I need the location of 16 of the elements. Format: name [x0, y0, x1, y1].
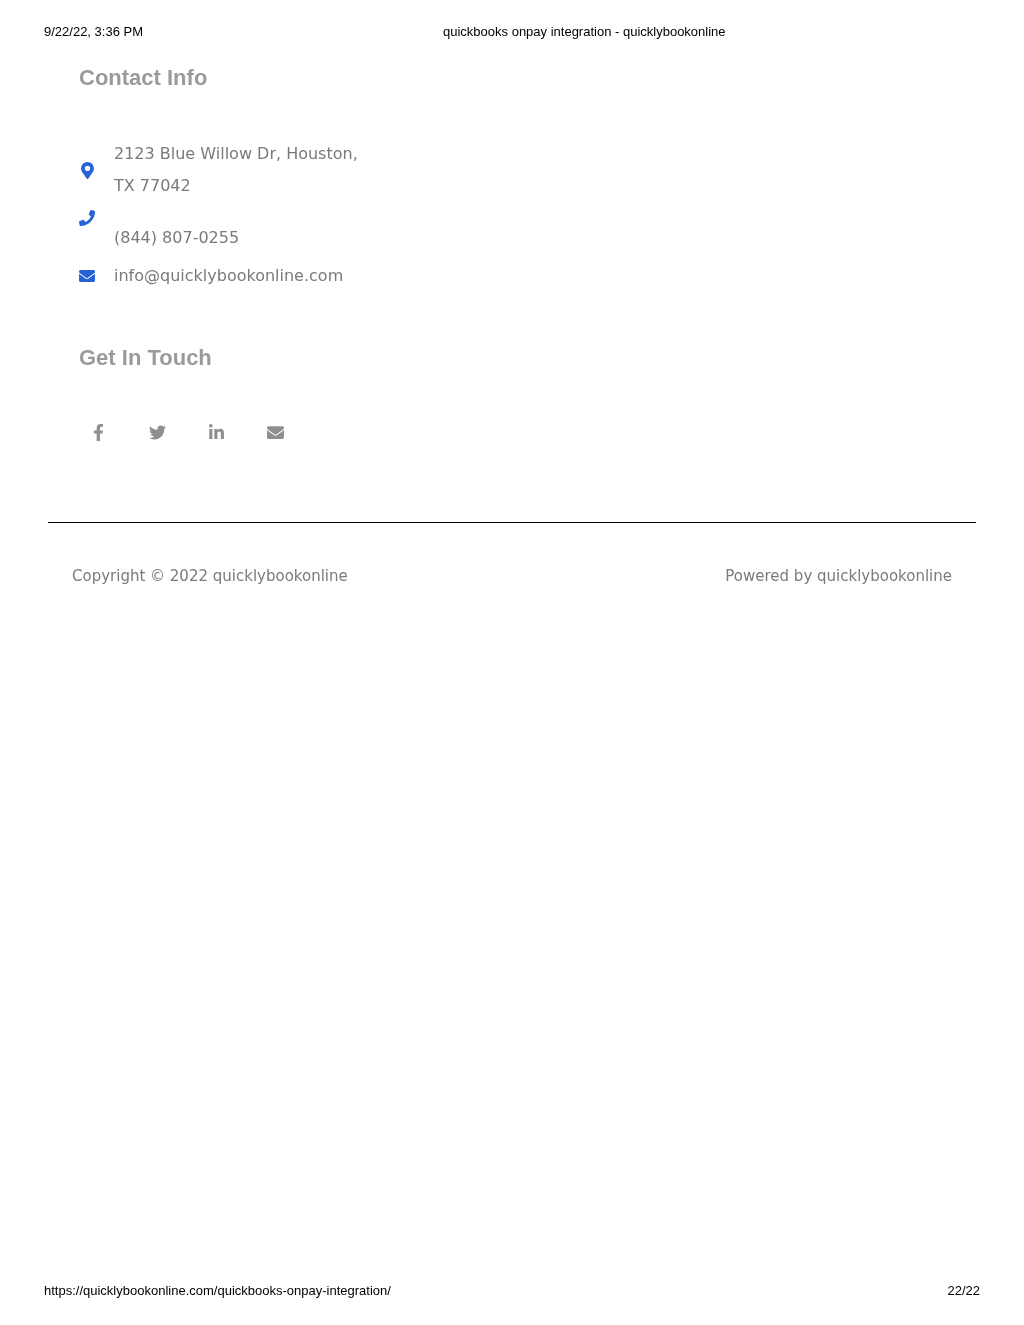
page-title: quickbooks onpay integration - quicklybookonline	[443, 23, 726, 42]
envelope-icon	[79, 268, 95, 284]
contact-text: 2123 Blue Willow Dr, Houston,	[114, 143, 358, 165]
page-url: https://quicklybookonline.com/quickbooks-onpay-integration/	[44, 1281, 391, 1300]
phone-icon	[79, 210, 95, 226]
contact-text: TX 77042	[114, 175, 192, 197]
map-pin-icon	[79, 161, 96, 179]
copyright-text: Copyright © 2022 quicklybookonline	[72, 566, 348, 587]
section-heading: Contact Info	[79, 64, 209, 92]
page-number: 22/22	[947, 1281, 980, 1300]
contact-text: info@quicklybookonline.com	[114, 265, 344, 287]
contact-text: (844) 807-0255	[114, 227, 240, 249]
print-date: 9/22/22, 3:36 PM	[44, 23, 144, 42]
section-heading: Get In Touch	[79, 344, 213, 372]
linkedin-icon[interactable]	[206, 422, 226, 442]
powered-by-text: Powered by quicklybookonline	[725, 566, 952, 587]
